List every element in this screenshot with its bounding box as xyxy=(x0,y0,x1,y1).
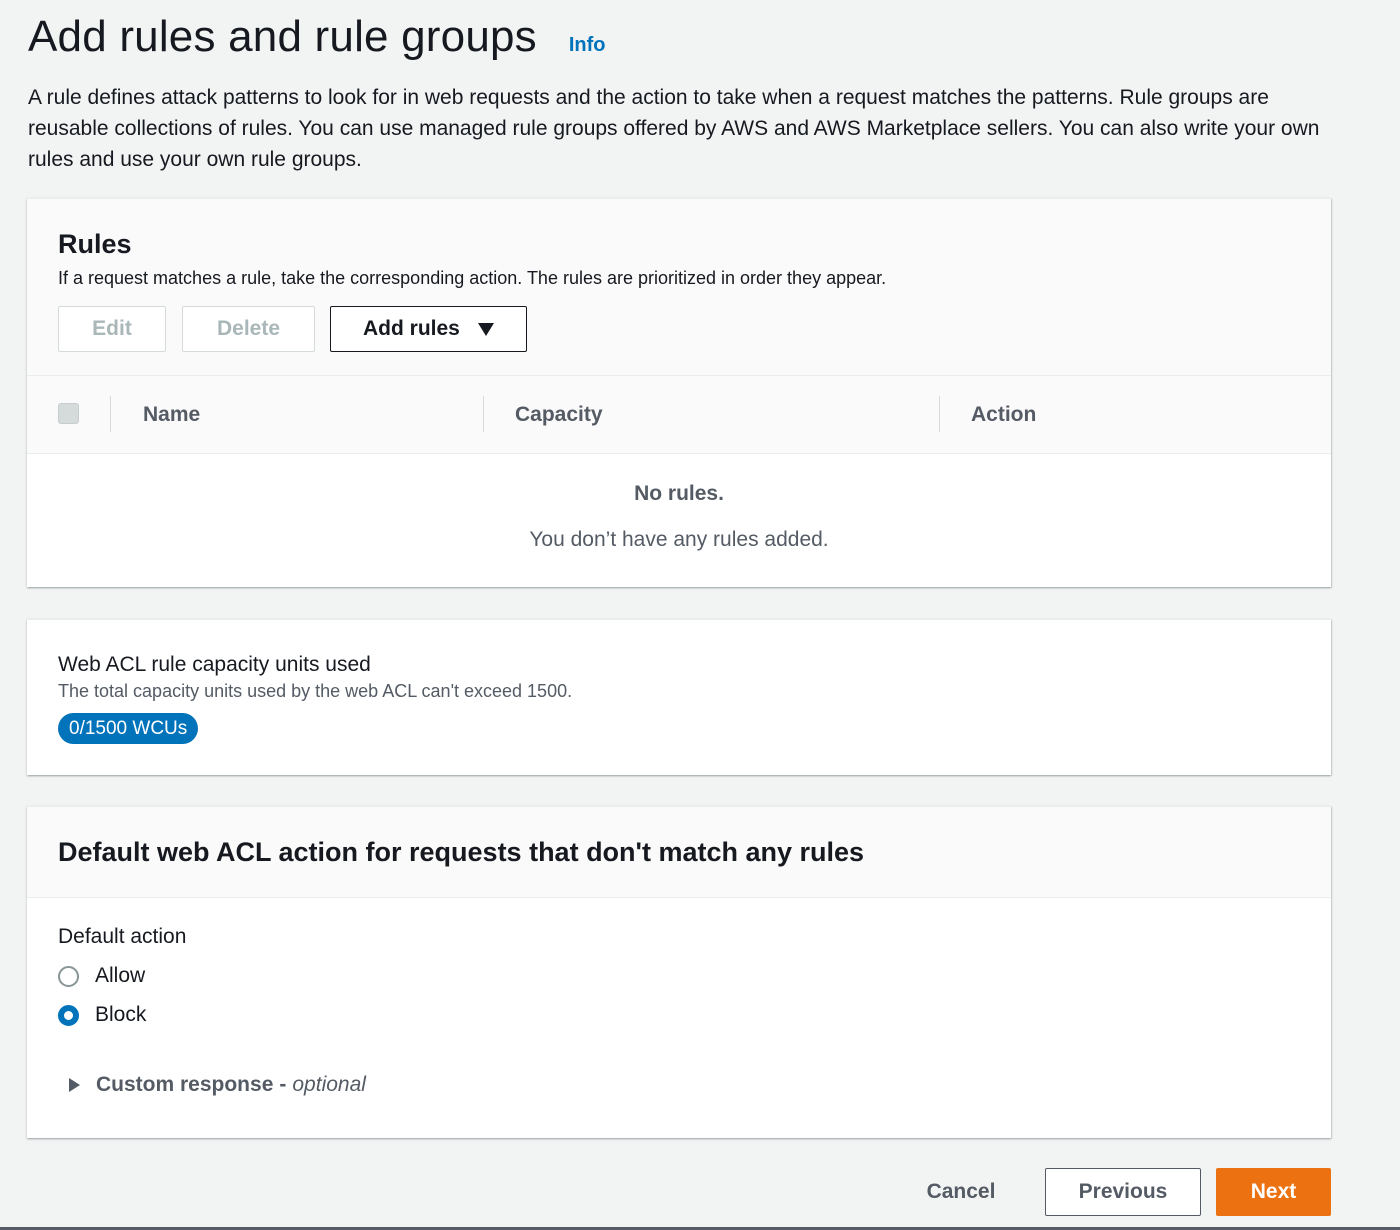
capacity-title: Web ACL rule capacity units used xyxy=(58,653,371,676)
rules-panel: Rules If a request matches a rule, take … xyxy=(27,198,1331,587)
column-header-capacity[interactable]: Capacity xyxy=(515,403,603,427)
custom-response-separator: - xyxy=(279,1073,287,1096)
default-action-title: Default web ACL action for requests that… xyxy=(58,837,865,867)
capacity-panel: Web ACL rule capacity units used The tot… xyxy=(27,619,1331,775)
rules-title: Rules xyxy=(58,229,132,259)
radio-label-allow: Allow xyxy=(95,964,146,987)
add-rules-button[interactable]: Add rules xyxy=(330,306,527,352)
radio-label-block: Block xyxy=(95,1003,147,1026)
delete-button[interactable]: Delete xyxy=(182,306,315,352)
empty-state-description: You don’t have any rules added. xyxy=(529,528,829,551)
page-title: Add rules and rule groups xyxy=(28,12,537,61)
previous-button[interactable]: Previous xyxy=(1045,1168,1201,1216)
column-divider xyxy=(110,396,111,432)
custom-response-label: Custom response xyxy=(96,1073,274,1096)
empty-state-title: No rules. xyxy=(634,482,724,505)
radio-option-allow[interactable]: Allow xyxy=(58,964,145,988)
capacity-description: The total capacity units used by the web… xyxy=(58,681,573,701)
page: Add rules and rule groups Info A rule de… xyxy=(0,0,1400,1230)
rules-description: If a request matches a rule, take the co… xyxy=(58,268,887,288)
custom-response-optional: optional xyxy=(292,1073,366,1096)
column-header-action[interactable]: Action xyxy=(971,403,1036,427)
page-description: A rule defines attack patterns to look f… xyxy=(28,86,1320,171)
radio-block[interactable] xyxy=(58,1004,79,1026)
column-header-name[interactable]: Name xyxy=(143,403,200,427)
cancel-button[interactable]: Cancel xyxy=(905,1168,1017,1216)
caret-right-icon xyxy=(69,1078,80,1092)
radio-allow[interactable] xyxy=(58,965,79,987)
column-divider xyxy=(483,396,484,432)
default-action-label: Default action xyxy=(58,925,187,948)
edit-button[interactable]: Edit xyxy=(58,306,166,352)
add-rules-label: Add rules xyxy=(363,317,460,340)
capacity-badge: 0/1500 WCUs xyxy=(58,713,199,744)
info-link[interactable]: Info xyxy=(569,34,606,57)
default-action-header: Default web ACL action for requests that… xyxy=(27,807,1331,898)
next-button[interactable]: Next xyxy=(1216,1168,1331,1216)
page-header: Add rules and rule groups Info xyxy=(28,12,606,62)
column-divider xyxy=(939,396,940,432)
default-action-panel: Default web ACL action for requests that… xyxy=(27,806,1331,1138)
custom-response-expander[interactable]: Custom response - optional xyxy=(69,1073,366,1097)
rules-panel-header: Rules If a request matches a rule, take … xyxy=(27,199,1331,376)
select-all-checkbox[interactable] xyxy=(58,403,79,424)
rules-table-header: Name Capacity Action xyxy=(27,376,1331,454)
caret-down-icon xyxy=(477,322,494,336)
radio-option-block[interactable]: Block xyxy=(58,1003,146,1027)
